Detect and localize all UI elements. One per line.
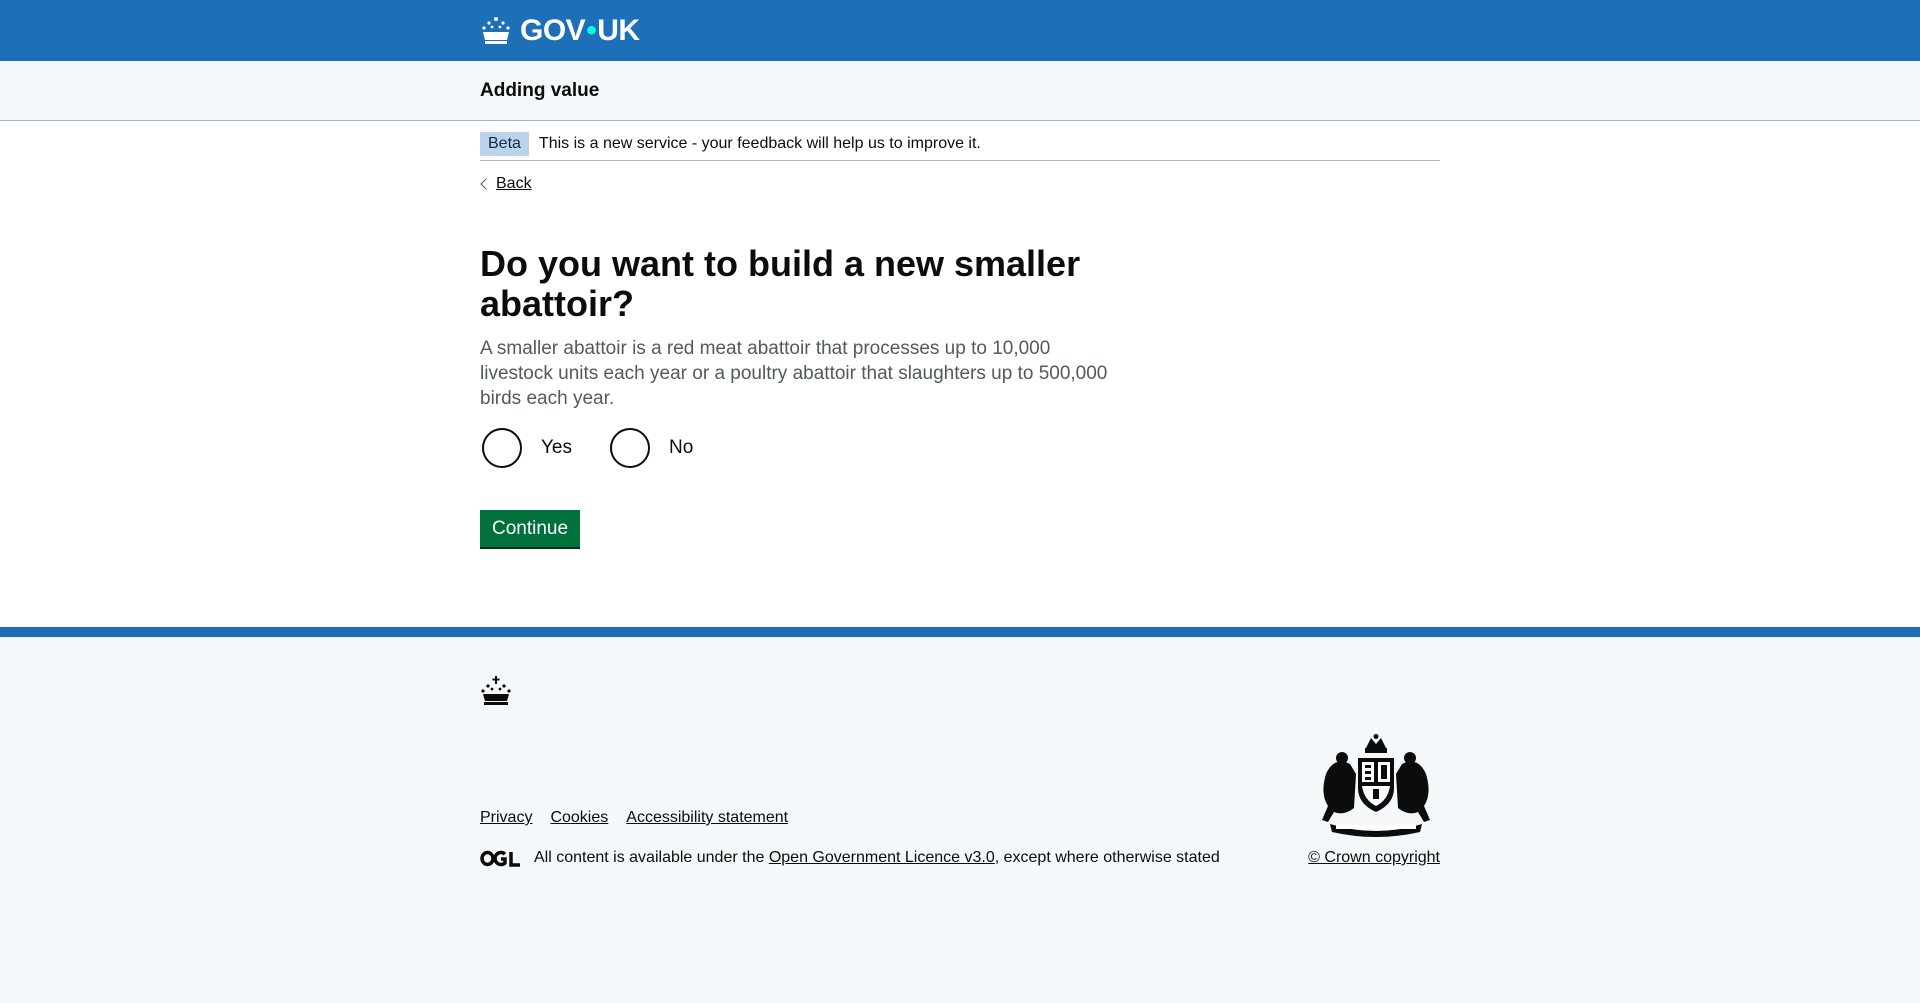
- site-footer: Privacy Cookies Accessibility statement …: [0, 627, 1920, 1003]
- phase-tag: Beta: [480, 132, 529, 156]
- question-hint: A smaller abattoir is a red meat abattoi…: [480, 338, 1108, 409]
- footer-links: Privacy Cookies Accessibility statement: [480, 809, 806, 827]
- licence-prefix: All content is available under the: [534, 849, 765, 866]
- radio-group: Yes No: [480, 428, 1440, 468]
- crown-icon: [482, 16, 510, 44]
- logo-text: GOV•UK: [520, 13, 640, 47]
- royal-coat-of-arms-icon: [1322, 734, 1430, 837]
- ogl-logo-icon: [480, 850, 520, 867]
- site-header: GOV•UK: [0, 0, 1920, 61]
- crown-icon: [481, 676, 511, 705]
- main-content: Beta This is a new service - your feedba…: [0, 121, 1920, 627]
- footer-link-cookies[interactable]: Cookies: [550, 809, 608, 827]
- radio-option-no[interactable]: No: [608, 428, 693, 468]
- question-heading: Do you want to build a new smaller abatt…: [480, 243, 1081, 324]
- radio-button-yes[interactable]: [482, 428, 522, 468]
- phase-banner-text: This is a new service - your feedback wi…: [538, 135, 981, 152]
- crown-copyright-link[interactable]: © Crown copyright: [1308, 849, 1440, 867]
- back-link[interactable]: Back: [480, 175, 532, 193]
- back-link-label: Back: [496, 175, 532, 192]
- footer-link-privacy[interactable]: Privacy: [480, 809, 532, 827]
- licence-suffix: , except where otherwise stated: [994, 849, 1220, 866]
- radio-option-yes[interactable]: Yes: [480, 428, 572, 468]
- radio-label-no: No: [669, 437, 694, 458]
- footer-link-accessibility[interactable]: Accessibility statement: [626, 809, 788, 827]
- phase-banner: Beta This is a new service - your feedba…: [480, 121, 1440, 161]
- licence-statement: All content is available under the Open …: [480, 849, 1220, 867]
- service-name[interactable]: Adding value: [480, 80, 599, 102]
- govuk-logo-link[interactable]: GOV•UK: [480, 14, 640, 48]
- radio-label-yes: Yes: [541, 437, 572, 458]
- service-navigation: Adding value: [0, 61, 1920, 121]
- chevron-left-icon: [480, 178, 492, 190]
- continue-button[interactable]: Continue: [480, 510, 581, 547]
- radio-button-no[interactable]: [610, 428, 650, 468]
- licence-link[interactable]: Open Government Licence v3.0: [769, 849, 995, 867]
